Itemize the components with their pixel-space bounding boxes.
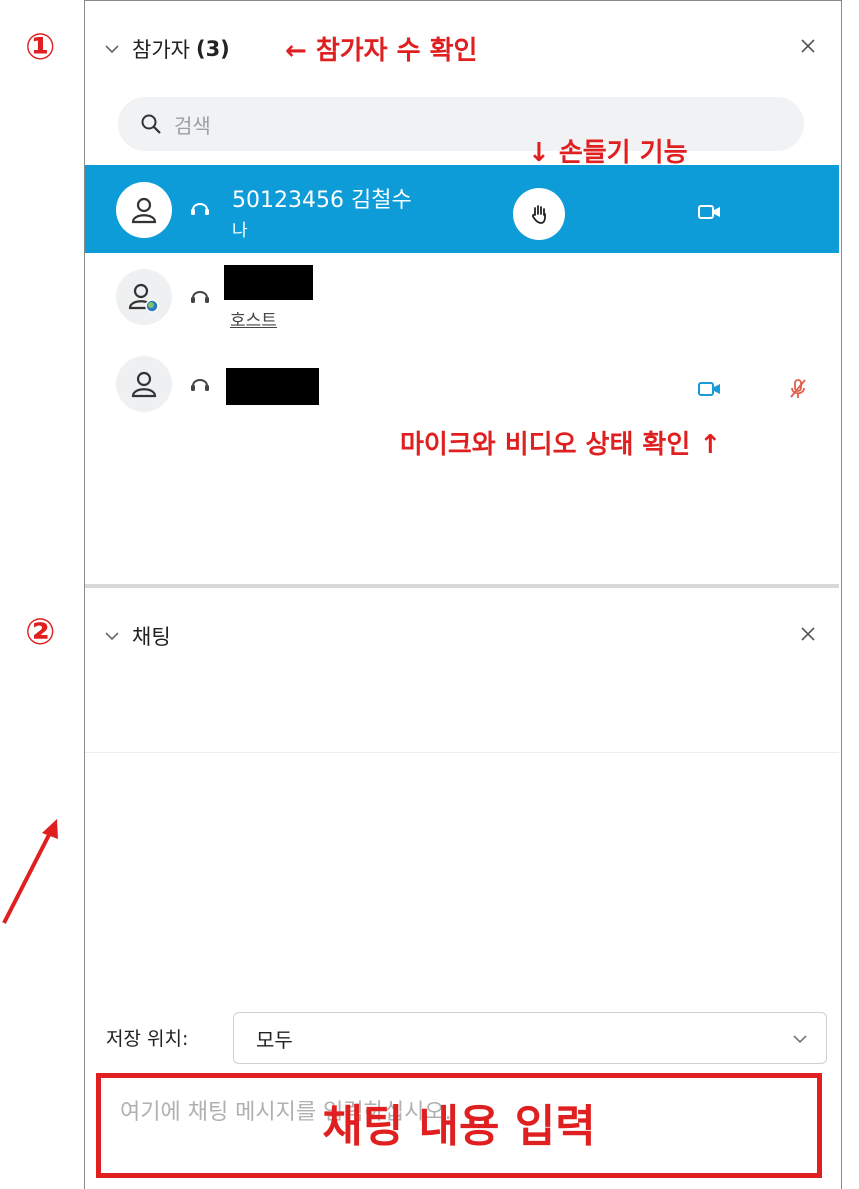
- search-icon: [141, 114, 161, 134]
- raise-hand-button[interactable]: [513, 188, 565, 240]
- headset-icon: [191, 379, 209, 391]
- redacted-name: [224, 265, 313, 300]
- headset-icon: [191, 203, 209, 215]
- chevron-down-icon: [793, 1035, 807, 1044]
- chevron-down-icon[interactable]: [104, 41, 120, 57]
- recipient-value: 모두: [256, 1027, 293, 1052]
- avatar-icon: [116, 356, 172, 412]
- annotation-mic-video-status: 마이크와 비디오 상태 확인 ↑: [400, 430, 722, 460]
- search-input[interactable]: 검색: [118, 97, 804, 151]
- participants-header[interactable]: 참가자 (3): [104, 34, 230, 64]
- search-placeholder: 검색: [174, 113, 211, 138]
- close-icon[interactable]: [797, 623, 819, 645]
- annotation-chat-input: 채팅 내용 입력: [322, 1101, 596, 1152]
- redacted-name: [226, 368, 319, 405]
- video-icon[interactable]: [698, 203, 722, 221]
- close-icon[interactable]: [797, 35, 819, 57]
- save-location-label: 저장 위치:: [106, 1028, 189, 1050]
- chevron-down-icon[interactable]: [104, 628, 120, 644]
- mic-muted-icon[interactable]: [789, 377, 807, 401]
- chat-footer-divider: [85, 752, 839, 753]
- hand-icon: [532, 205, 546, 224]
- participants-title: 참가자: [132, 38, 190, 62]
- annotation-raise-hand: ↓ 손들기 기능: [528, 138, 688, 168]
- participants-count: (3): [195, 37, 230, 61]
- headset-icon: [191, 291, 209, 303]
- panel-top-border: [84, 0, 842, 6]
- arrow-icon: [2, 819, 58, 924]
- annotation-number-1: ①: [25, 27, 56, 68]
- recipient-select[interactable]: 모두: [233, 1012, 827, 1064]
- video-icon[interactable]: [698, 380, 722, 398]
- avatar-icon: [116, 182, 172, 238]
- host-label: 호스트: [230, 311, 277, 331]
- annotation-number-2: ②: [25, 612, 56, 653]
- avatar-icon: [116, 269, 172, 325]
- chat-title: 채팅: [132, 625, 171, 649]
- participant-sub-label: 나: [232, 221, 248, 241]
- participant-name: 50123456 김철수: [232, 188, 412, 213]
- chat-header[interactable]: 채팅: [104, 621, 171, 651]
- annotation-participant-count: ← 참가자 수 확인: [285, 36, 478, 66]
- panel-resize-handle[interactable]: [85, 584, 839, 588]
